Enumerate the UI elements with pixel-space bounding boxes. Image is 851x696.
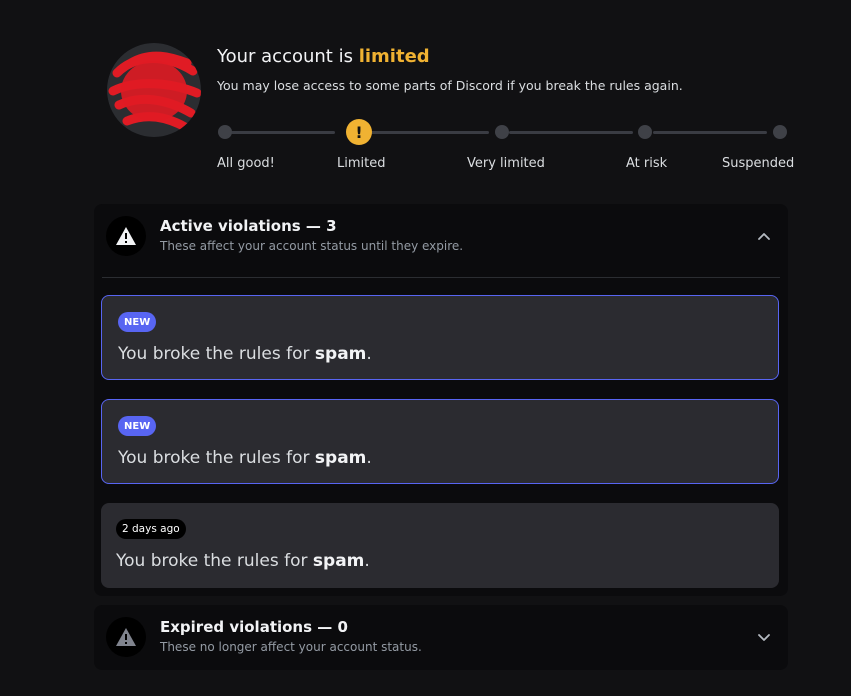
status-track: !: [217, 119, 789, 145]
warning-icon: !: [346, 119, 372, 145]
violation-card: NEW You broke the rules for spam.: [101, 295, 779, 380]
stage-label-all-good: All good!: [217, 156, 275, 171]
new-badge: NEW: [118, 416, 157, 436]
track-segment: [653, 131, 767, 134]
title-status: limited: [358, 46, 430, 67]
violation-text: You broke the rules for spam.: [118, 448, 372, 468]
chevron-up-icon[interactable]: [754, 226, 774, 246]
stage-dot-at-risk: [638, 125, 652, 139]
stage-label-limited: Limited: [337, 156, 386, 171]
chevron-down-icon[interactable]: [754, 627, 774, 647]
account-status-header: Your account is limited You may lose acc…: [100, 40, 800, 190]
violation-card: 2 days ago You broke the rules for spam.: [101, 503, 779, 588]
violation-text: You broke the rules for spam.: [118, 344, 372, 364]
violation-suffix: .: [364, 551, 370, 571]
violation-card: NEW You broke the rules for spam.: [101, 399, 779, 484]
violation-rule: spam: [314, 344, 367, 364]
stage-label-very-limited: Very limited: [467, 156, 545, 171]
expired-violations-header[interactable]: Expired violations — 0 These no longer a…: [94, 605, 788, 671]
stage-dot-very-limited: [495, 125, 509, 139]
expired-violations-title: Expired violations — 0: [160, 618, 348, 636]
stage-label-at-risk: At risk: [626, 156, 668, 171]
page-title: Your account is limited: [217, 46, 430, 67]
track-segment: [509, 131, 633, 134]
stage-dot-suspended: [773, 125, 787, 139]
violation-text: You broke the rules for spam.: [116, 551, 370, 571]
warning-triangle-icon: [106, 617, 146, 657]
new-badge: NEW: [118, 312, 157, 332]
avatar: [107, 43, 201, 137]
expired-violations-subtitle: These no longer affect your account stat…: [160, 640, 422, 654]
violation-prefix: You broke the rules for: [118, 448, 310, 468]
active-violations-title: Active violations — 3: [160, 217, 337, 235]
expired-violations-panel: Expired violations — 0 These no longer a…: [94, 605, 788, 670]
page-subtitle: You may lose access to some parts of Dis…: [217, 78, 683, 93]
violation-prefix: You broke the rules for: [116, 551, 308, 571]
track-segment: [359, 131, 489, 134]
violation-rule: spam: [312, 551, 365, 571]
stage-label-suspended: Suspended: [722, 156, 795, 171]
active-violations-subtitle: These affect your account status until t…: [160, 239, 464, 253]
age-badge: 2 days ago: [116, 519, 186, 539]
divider: [102, 277, 780, 278]
active-violations-header[interactable]: Active violations — 3 These affect your …: [94, 204, 788, 270]
violation-suffix: .: [366, 448, 372, 468]
violation-suffix: .: [366, 344, 372, 364]
active-violations-panel: Active violations — 3 These affect your …: [94, 204, 788, 596]
violation-rule: spam: [314, 448, 367, 468]
track-segment: [231, 131, 335, 134]
violation-prefix: You broke the rules for: [118, 344, 310, 364]
title-prefix: Your account is: [217, 46, 353, 67]
warning-triangle-icon: [106, 216, 146, 256]
stage-dot-all-good: [218, 125, 232, 139]
